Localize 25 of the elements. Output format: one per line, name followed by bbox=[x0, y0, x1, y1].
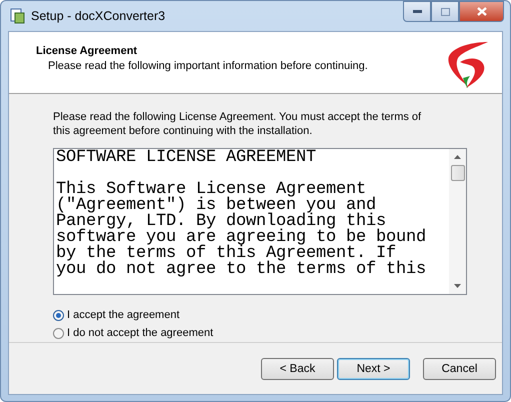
radio-button[interactable] bbox=[53, 328, 64, 338]
window-title: Setup - docXConverter3 bbox=[31, 9, 166, 23]
page-title: License Agreement bbox=[36, 45, 138, 57]
dialog-button[interactable]: < Back bbox=[261, 358, 334, 380]
maximize-icon bbox=[440, 8, 450, 16]
maximize-button[interactable] bbox=[431, 1, 459, 22]
minimize-button[interactable] bbox=[403, 1, 431, 22]
license-text-area[interactable] bbox=[53, 148, 467, 295]
license-text: SOFTWARE LICENSE AGREEMENT This Software License Agreement ("Agreement") is between you and Panergy, LTD. By downloading this software you are agreeing to be bound by the terms of this Agreement. If you do not agree to the terms of this bbox=[55, 149, 428, 281]
scroll-up-icon[interactable] bbox=[454, 155, 461, 159]
radio-button[interactable] bbox=[53, 310, 64, 320]
scroll-thumb[interactable] bbox=[450, 165, 464, 181]
close-icon bbox=[476, 7, 486, 16]
logo-icon bbox=[446, 40, 490, 90]
minimize-icon bbox=[412, 10, 422, 13]
instructions-text: Please read the following License Agreement. You must accept the terms of this agreement before continuing with the installation. bbox=[53, 110, 422, 138]
page-subtitle: Please read the following important information before continuing. bbox=[48, 60, 368, 72]
dialog-button[interactable]: Cancel bbox=[423, 358, 496, 380]
scroll-down-icon[interactable] bbox=[454, 284, 461, 288]
setup-app-icon bbox=[9, 8, 25, 24]
scrollbar[interactable] bbox=[449, 149, 466, 294]
close-button[interactable] bbox=[459, 1, 504, 22]
dialog-button[interactable]: Next > bbox=[337, 358, 410, 380]
radio-option[interactable]: I accept the agreement bbox=[53, 309, 467, 321]
radio-option[interactable]: I do not accept the agreement bbox=[53, 327, 467, 339]
